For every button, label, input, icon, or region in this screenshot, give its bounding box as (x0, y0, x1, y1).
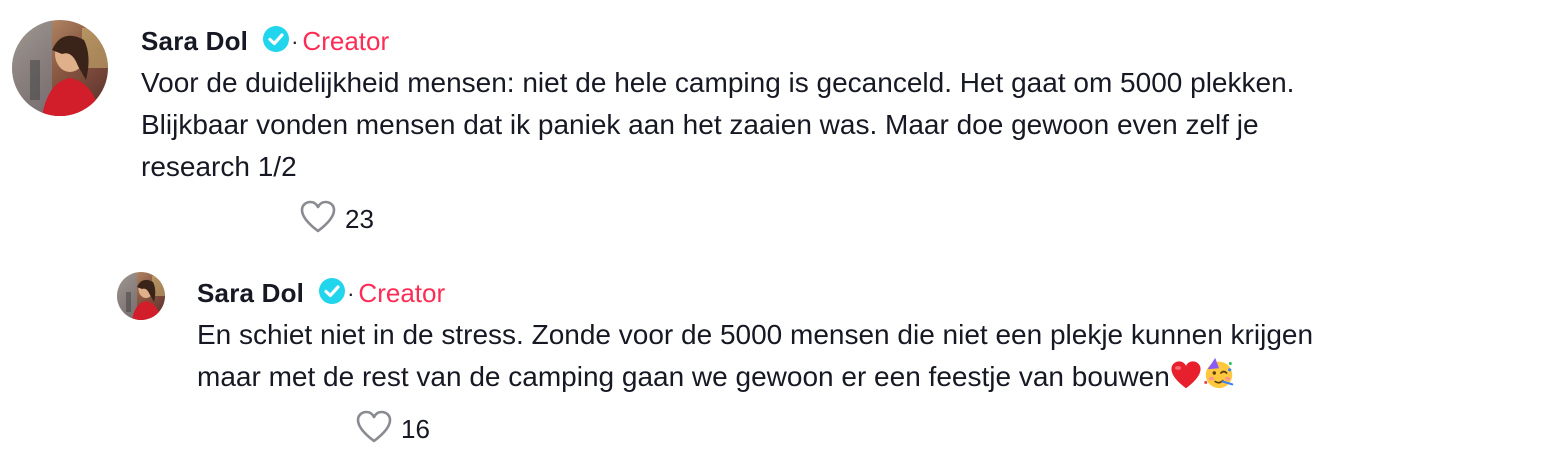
comment-text-line: research 1/2 (141, 151, 297, 182)
comment-text-line: En schiet niet in de stress. Zonde voor … (197, 319, 1314, 350)
like-row: 16 (356, 410, 430, 448)
separator-dot: · (291, 29, 299, 54)
comment-text-line: maar met de rest van de camping gaan we … (197, 361, 1170, 392)
avatar[interactable] (117, 272, 165, 320)
username[interactable]: Sara Dol (141, 26, 248, 57)
heart-outline-icon[interactable] (300, 200, 336, 239)
comment-text: Voor de duidelijkheid mensen: niet de he… (141, 62, 1294, 188)
verified-badge-icon (318, 277, 346, 310)
separator-dot: · (347, 281, 355, 306)
reply-comment: Sara Dol · Creator En schiet niet in de … (0, 250, 1548, 460)
creator-badge: Creator (358, 277, 446, 308)
comment-text: En schiet niet in de stress. Zonde voor … (197, 314, 1313, 402)
heart-outline-icon[interactable] (356, 410, 392, 449)
avatar[interactable] (12, 20, 108, 116)
red-heart-emoji (1170, 360, 1202, 402)
username[interactable]: Sara Dol (197, 278, 304, 309)
comment-header: Sara Dol · Creator (197, 274, 445, 312)
like-row: 23 (300, 200, 374, 238)
creator-badge: Creator (302, 25, 390, 56)
comment-header: Sara Dol · Creator (141, 22, 389, 60)
comment-text-line: Blijkbaar vonden mensen dat ik paniek aa… (141, 109, 1259, 140)
like-count: 16 (401, 413, 430, 444)
verified-badge-icon (262, 25, 290, 58)
like-count: 23 (345, 203, 374, 234)
partying-face-emoji (1202, 356, 1236, 402)
comment-text-line: Voor de duidelijkheid mensen: niet de he… (141, 67, 1295, 98)
comment: Sara Dol · Creator Voor de duidelijkheid… (0, 0, 1548, 250)
comment-text-line-with-emoji: maar met de rest van de camping gaan we … (197, 356, 1313, 402)
